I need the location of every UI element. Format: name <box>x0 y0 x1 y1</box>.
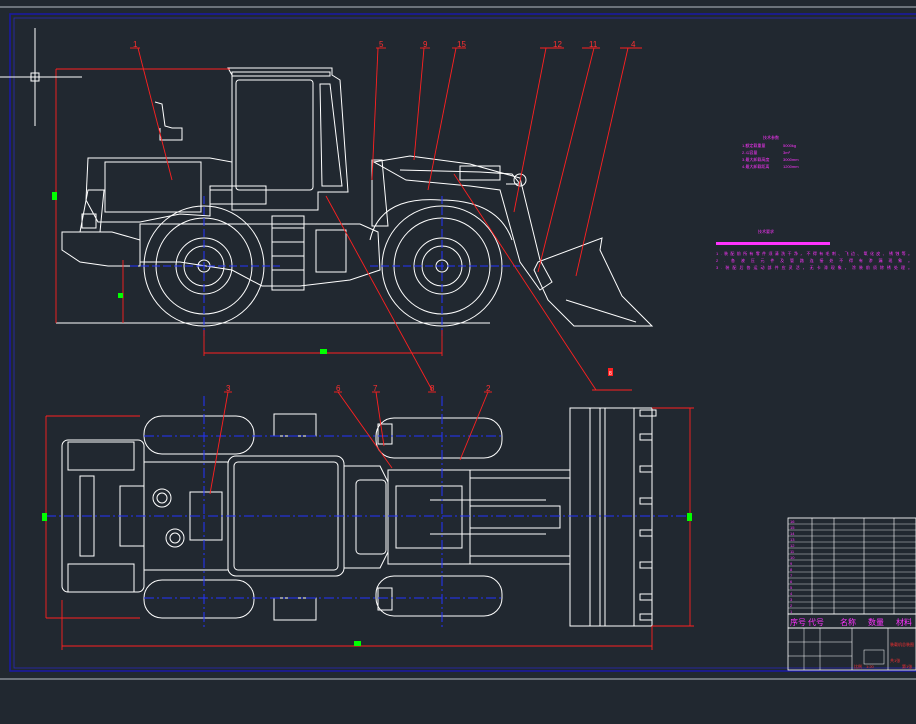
part-label-5: 5 <box>379 40 384 49</box>
bom-row-index: 10 <box>790 555 795 560</box>
tech-req-rule <box>716 242 830 245</box>
bom-row-index: 16 <box>790 519 795 524</box>
tech-params-title: 技术参数 <box>763 134 779 140</box>
param-row-3-name: 3.最大卸载高度 <box>742 156 769 162</box>
bom-row-index: 14 <box>790 531 795 536</box>
part-label-11: 11 <box>589 40 598 49</box>
param-row-4-name: 4.最大卸载距离 <box>742 163 769 169</box>
title-scale-value: 1:20 <box>866 664 875 669</box>
param-row-2-name: 2.斗容量 <box>742 149 757 155</box>
bom-row-index: 13 <box>790 537 795 542</box>
bom-header-code: 代号 <box>808 617 824 627</box>
param-row-1-name: 1.额定载重量 <box>742 142 765 148</box>
param-row-2-value: 3m³ <box>783 150 791 155</box>
bom-header-index: 序号 <box>790 617 806 627</box>
sheet-background <box>0 0 916 724</box>
callout-marker-text: 8 <box>609 371 612 377</box>
part-label-12: 12 <box>553 40 562 49</box>
width-dim-marker <box>42 513 47 521</box>
title-sheet-number: 第1张 <box>902 663 912 669</box>
part-label-7: 7 <box>373 384 378 393</box>
part-label-6: 6 <box>336 384 341 393</box>
tech-req-line-1: 1.装配前所有零件须清洗干净，不得有毛刺、飞边、氧化皮、锈蚀等。 <box>716 250 912 256</box>
param-row-3-value: 3000mm <box>783 157 799 162</box>
cad-drawing-canvas[interactable]: 1 5 9 15 12 11 4 3 6 7 8 2 技术参数 1.额定载重量 … <box>0 0 916 724</box>
part-label-2: 2 <box>486 384 491 393</box>
part-label-8: 8 <box>430 384 435 393</box>
bucket-width-dim-marker <box>687 513 692 521</box>
part-label-9: 9 <box>423 40 428 49</box>
title-drawing-name: 装载机总装图 <box>890 641 914 647</box>
part-label-1: 1 <box>133 40 138 49</box>
length-dim-marker <box>354 641 361 646</box>
title-sheet-count: 共1张 <box>890 657 900 663</box>
tech-req-title: 技术要求 <box>758 228 774 234</box>
wheelbase-dim-marker <box>320 349 327 354</box>
bom-row-index: 15 <box>790 525 795 530</box>
part-label-15: 15 <box>457 40 466 49</box>
param-row-1-value: 5000kg <box>783 143 796 148</box>
part-label-3: 3 <box>226 384 231 393</box>
clearance-dim-marker <box>118 293 123 298</box>
bom-header-material: 材料 <box>896 617 912 627</box>
bom-row-index: 12 <box>790 543 795 548</box>
height-dim-marker <box>52 192 57 200</box>
title-scale-label: 比例 <box>854 663 862 669</box>
part-label-4: 4 <box>631 40 636 49</box>
bom-header-qty: 数量 <box>868 617 884 627</box>
bom-header-name: 名称 <box>840 617 856 627</box>
param-row-4-value: 1200mm <box>783 164 799 169</box>
